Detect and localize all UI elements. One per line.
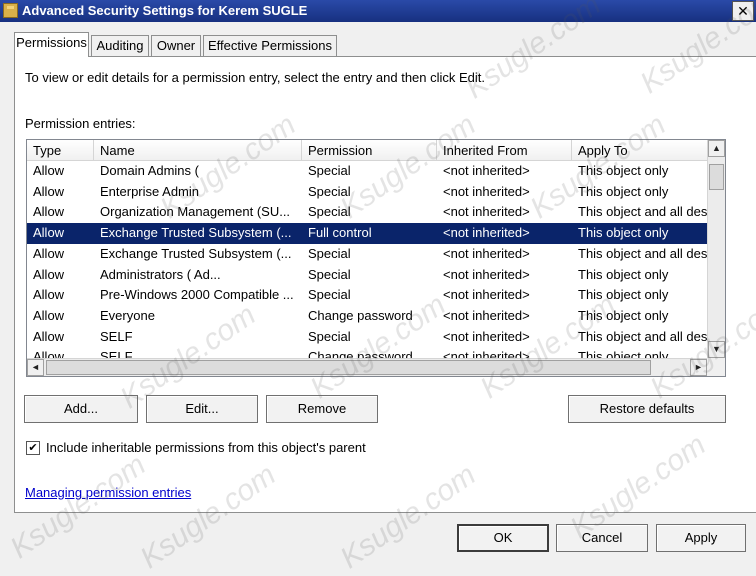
cell-type: Allow bbox=[33, 183, 65, 199]
cell-name: Organization Management (SU... bbox=[100, 204, 291, 220]
horizontal-scrollbar[interactable]: ◄ ► bbox=[27, 358, 725, 376]
cell-inherited-from: <not inherited> bbox=[443, 287, 530, 303]
cell-name: SELF bbox=[100, 328, 133, 344]
cell-inherited-from: <not inherited> bbox=[443, 225, 530, 241]
add-button[interactable]: Add... bbox=[24, 395, 138, 423]
permission-entries-label: Permission entries: bbox=[25, 116, 136, 131]
cell-type: Allow bbox=[33, 266, 65, 282]
cell-permission: Change password bbox=[308, 307, 413, 323]
cell-permission: Special bbox=[308, 328, 351, 344]
horizontal-scroll-thumb[interactable] bbox=[46, 360, 651, 375]
title-bar: Advanced Security Settings for Kerem SUG… bbox=[0, 0, 756, 22]
cell-apply-to: This object and all des bbox=[578, 245, 707, 261]
cell-name: Exchange Trusted Subsystem (... bbox=[100, 245, 292, 261]
cell-permission: Special bbox=[308, 245, 351, 261]
cell-name: Exchange Trusted Subsystem (... bbox=[100, 225, 292, 241]
cell-permission: Special bbox=[308, 287, 351, 303]
cell-type: Allow bbox=[33, 163, 65, 178]
cell-name: Everyone bbox=[100, 307, 155, 323]
cell-apply-to: This object only bbox=[578, 163, 669, 178]
tab-permissions[interactable]: Permissions bbox=[14, 32, 89, 57]
ok-button[interactable]: OK bbox=[457, 524, 549, 552]
table-row[interactable]: Allow Exchange Trusted Subsystem (... Full… bbox=[27, 223, 707, 244]
scroll-left-icon[interactable]: ◄ bbox=[27, 359, 44, 376]
column-header-permission[interactable]: Permission bbox=[302, 140, 437, 161]
apply-button[interactable]: Apply bbox=[656, 524, 746, 552]
list-header: Type Name Permission Inherited From Appl… bbox=[27, 140, 707, 161]
table-row[interactable]: Allow Administrators ( Ad... Special <not i… bbox=[27, 265, 707, 286]
table-row[interactable]: Allow Organization Management (SU... Speci… bbox=[27, 202, 707, 223]
scroll-corner bbox=[707, 358, 725, 376]
cell-type: Allow bbox=[33, 328, 65, 344]
cell-apply-to: This object only bbox=[578, 225, 669, 241]
cell-type: Allow bbox=[33, 307, 65, 323]
cell-apply-to: This object only bbox=[578, 183, 669, 199]
column-header-type[interactable]: Type bbox=[27, 140, 94, 161]
table-row[interactable]: Allow SELF Special <not inherited> This obje… bbox=[27, 327, 707, 348]
cell-inherited-from: <not inherited> bbox=[443, 266, 530, 282]
cell-apply-to: This object only bbox=[578, 349, 669, 358]
cell-type: Allow bbox=[33, 225, 65, 241]
cell-apply-to: This object only bbox=[578, 266, 669, 282]
column-header-name[interactable]: Name bbox=[94, 140, 302, 161]
list-rows: Allow Domain Admins ( Special <not inherite… bbox=[27, 161, 707, 358]
cell-type: Allow bbox=[33, 204, 65, 220]
table-row[interactable]: Allow Exchange Trusted Subsystem (... Spec… bbox=[27, 244, 707, 265]
tab-owner[interactable]: Owner bbox=[151, 35, 201, 56]
cell-permission: Special bbox=[308, 163, 351, 178]
cell-name: Administrators ( Ad... bbox=[100, 266, 221, 282]
close-button[interactable]: ✕ bbox=[732, 1, 754, 21]
tab-auditing[interactable]: Auditing bbox=[91, 35, 149, 56]
vertical-scrollbar[interactable]: ▲ ▼ bbox=[707, 140, 725, 358]
cell-permission: Change password bbox=[308, 349, 413, 358]
folder-icon bbox=[3, 3, 18, 18]
cell-inherited-from: <not inherited> bbox=[443, 328, 530, 344]
table-row[interactable]: Allow Enterprise Admin Special <not inherit… bbox=[27, 182, 707, 203]
restore-defaults-button[interactable]: Restore defaults bbox=[568, 395, 726, 423]
cell-apply-to: This object and all des bbox=[578, 328, 707, 344]
remove-button[interactable]: Remove bbox=[266, 395, 378, 423]
table-row[interactable]: Allow Pre-Windows 2000 Compatible ... Spec… bbox=[27, 285, 707, 306]
cell-apply-to: This object and all des bbox=[578, 204, 707, 220]
cell-inherited-from: <not inherited> bbox=[443, 349, 530, 358]
cell-apply-to: This object only bbox=[578, 307, 669, 323]
table-row[interactable]: Allow Domain Admins ( Special <not inherite… bbox=[27, 161, 707, 182]
cell-permission: Special bbox=[308, 204, 351, 220]
cell-permission: Full control bbox=[308, 225, 372, 241]
cell-type: Allow bbox=[33, 245, 65, 261]
permission-entries-list[interactable]: Type Name Permission Inherited From Appl… bbox=[26, 139, 726, 377]
cancel-button[interactable]: Cancel bbox=[556, 524, 648, 552]
cell-inherited-from: <not inherited> bbox=[443, 183, 530, 199]
cell-name: SELF bbox=[100, 349, 133, 358]
instruction-text: To view or edit details for a permission… bbox=[25, 70, 486, 85]
table-row[interactable]: Allow Everyone Change password <not inherit… bbox=[27, 306, 707, 327]
cell-type: Allow bbox=[33, 349, 65, 358]
cell-inherited-from: <not inherited> bbox=[443, 245, 530, 261]
cell-type: Allow bbox=[33, 287, 65, 303]
cell-name: Pre-Windows 2000 Compatible ... bbox=[100, 287, 294, 303]
cell-apply-to: This object only bbox=[578, 287, 669, 303]
cell-name: Enterprise Admin bbox=[100, 183, 199, 199]
include-inheritable-label: Include inheritable permissions from thi… bbox=[46, 440, 366, 455]
managing-permission-entries-link[interactable]: Managing permission entries bbox=[25, 485, 191, 500]
tab-effective-permissions[interactable]: Effective Permissions bbox=[203, 35, 337, 56]
column-header-inherited-from[interactable]: Inherited From bbox=[437, 140, 572, 161]
include-inheritable-checkbox[interactable]: ✔ bbox=[26, 441, 40, 455]
scroll-right-icon[interactable]: ► bbox=[690, 359, 707, 376]
scroll-up-icon[interactable]: ▲ bbox=[708, 140, 725, 157]
edit-button[interactable]: Edit... bbox=[146, 395, 258, 423]
window-title: Advanced Security Settings for Kerem SUG… bbox=[22, 3, 308, 18]
cell-inherited-from: <not inherited> bbox=[443, 307, 530, 323]
cell-permission: Special bbox=[308, 266, 351, 282]
cell-permission: Special bbox=[308, 183, 351, 199]
cell-inherited-from: <not inherited> bbox=[443, 163, 530, 178]
cell-inherited-from: <not inherited> bbox=[443, 204, 530, 220]
cell-name: Domain Admins ( bbox=[100, 163, 199, 178]
scroll-down-icon[interactable]: ▼ bbox=[708, 341, 725, 358]
vertical-scroll-thumb[interactable] bbox=[709, 164, 724, 190]
column-header-apply-to[interactable]: Apply To bbox=[572, 140, 707, 161]
table-row[interactable]: Allow SELF Change password <not inherited> T… bbox=[27, 347, 707, 358]
